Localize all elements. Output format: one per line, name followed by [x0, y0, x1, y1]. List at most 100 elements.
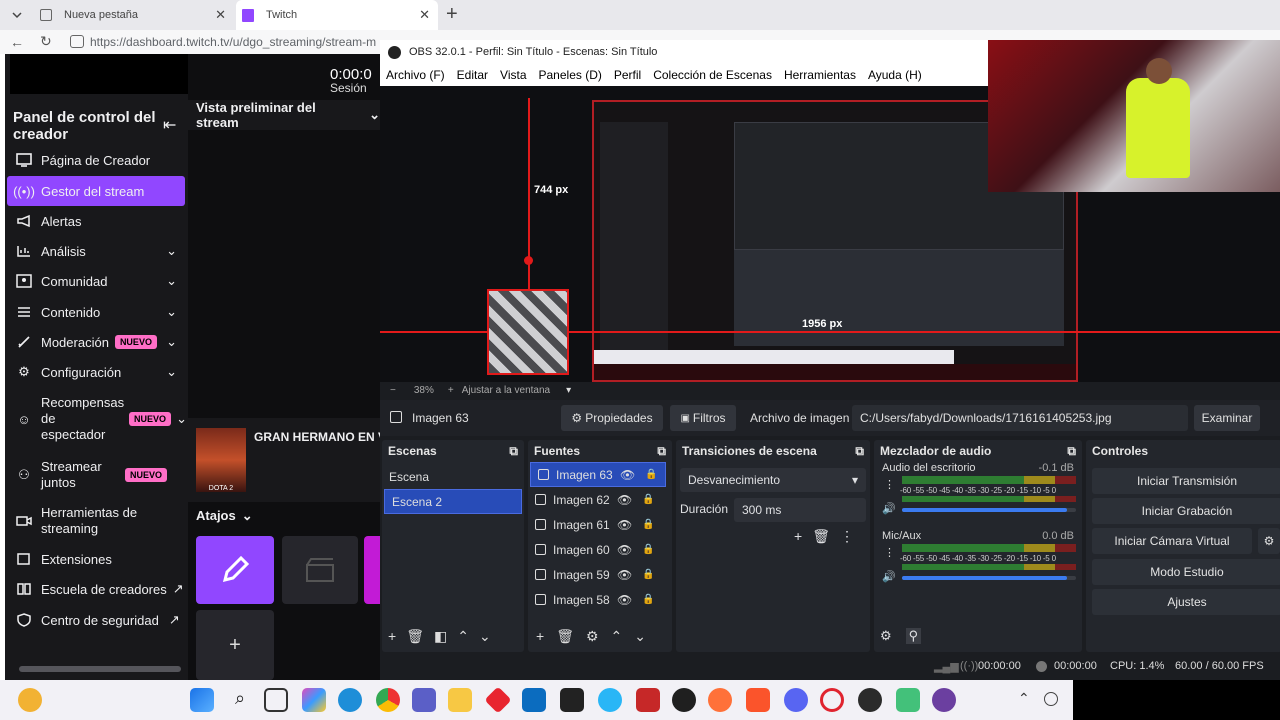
menu-help[interactable]: Ayuda (H) — [862, 68, 928, 82]
obs-preview-canvas[interactable]: 744 px 1956 px — [380, 40, 1280, 382]
tab-list-icon[interactable] — [10, 8, 24, 22]
teams-icon[interactable] — [412, 688, 436, 712]
source-item[interactable]: Imagen 60 👁 🔒 — [528, 537, 672, 562]
menu-edit[interactable]: Editar — [451, 68, 494, 82]
transition-select[interactable]: Desvanecimiento ▾ — [680, 468, 866, 492]
trash-icon[interactable]: 🗑 — [812, 528, 830, 545]
lock-icon[interactable]: 🔒 — [642, 569, 654, 580]
studio-mode-button[interactable]: Modo Estudio — [1092, 559, 1280, 585]
move-up-icon[interactable]: ⌃ — [611, 628, 623, 645]
sidebar-item-streaming-tools[interactable]: Herramientas de streaming — [7, 504, 185, 538]
add-icon[interactable]: + — [536, 628, 544, 645]
eye-icon[interactable]: 👁 — [617, 568, 632, 582]
reload-icon[interactable]: ↻ — [40, 33, 52, 50]
speaker-icon[interactable]: 🔊 — [882, 502, 896, 515]
sidebar-item-viewer-rewards[interactable]: ☺ Recompensas de espectador NUEVO ⌄ — [7, 394, 187, 444]
capcut-icon[interactable] — [560, 688, 584, 712]
source-item[interactable]: Imagen 62 👁 🔒 — [528, 487, 672, 512]
selected-source-bounding-box[interactable] — [487, 289, 569, 375]
dock-menu-icon[interactable]: ⚲ — [905, 628, 922, 644]
menu-docks[interactable]: Paneles (D) — [533, 68, 608, 82]
eye-icon[interactable]: 👁 — [617, 543, 632, 557]
source-item-selected[interactable]: Imagen 63 👁 🔒 — [530, 462, 666, 487]
app-icon[interactable] — [598, 688, 622, 712]
sidebar-item-alerts[interactable]: Alertas — [7, 206, 185, 236]
chevron-up-icon[interactable]: ⌃ — [1018, 690, 1030, 707]
brave-icon[interactable] — [746, 688, 770, 712]
sidebar-item-analytics[interactable]: Análisis ⌄ — [7, 236, 185, 266]
site-info-icon[interactable] — [70, 35, 84, 48]
eye-icon[interactable]: 👁 — [617, 518, 632, 532]
stream-preview-header[interactable]: Vista preliminar del stream ⌄ — [188, 100, 380, 130]
eye-icon[interactable]: 👁 — [620, 468, 635, 482]
shortcuts-header[interactable]: Atajos ⌄ — [196, 508, 253, 524]
undock-icon[interactable]: ⧉ — [1067, 444, 1076, 459]
start-icon[interactable] — [190, 688, 214, 712]
lock-icon[interactable]: 🔒 — [642, 494, 654, 505]
move-down-icon[interactable]: ⌄ — [634, 628, 646, 645]
app-icon[interactable] — [932, 688, 956, 712]
menu-file[interactable]: Archivo (F) — [380, 68, 451, 82]
firefox-icon[interactable] — [708, 688, 732, 712]
fit-to-window[interactable]: Ajustar a la ventana — [462, 385, 550, 396]
start-streaming-button[interactable]: Iniciar Transmisión — [1092, 468, 1280, 494]
source-item[interactable]: Imagen 58 👁 🔒 — [528, 587, 672, 612]
close-icon[interactable]: ✕ — [215, 7, 226, 23]
lock-icon[interactable]: 🔒 — [642, 594, 654, 605]
eye-icon[interactable]: 👁 — [617, 593, 632, 607]
add-shortcut-button[interactable]: + — [196, 610, 274, 680]
obs-icon[interactable] — [858, 688, 882, 712]
edge-icon[interactable] — [338, 688, 362, 712]
sidebar-item-safety-center[interactable]: Centro de seguridad ↗ — [7, 605, 185, 635]
task-view-icon[interactable] — [264, 688, 288, 712]
sidebar-item-settings[interactable]: ⚙ Configuración ⌄ — [7, 357, 185, 387]
sidebar-item-community[interactable]: Comunidad ⌄ — [7, 266, 185, 296]
trash-icon[interactable]: 🗑 — [556, 628, 574, 645]
rotation-handle[interactable] — [524, 256, 533, 265]
app-icon[interactable] — [484, 686, 512, 714]
clip-shortcut-button[interactable] — [282, 536, 358, 604]
menu-scene-collection[interactable]: Colección de Escenas — [647, 68, 778, 82]
app-icon[interactable] — [896, 688, 920, 712]
filters-button[interactable]: ▣ Filtros — [670, 405, 736, 431]
network-icon[interactable] — [1044, 692, 1058, 706]
sidebar-item-extensions[interactable]: Extensiones — [7, 544, 185, 574]
volume-slider[interactable] — [902, 576, 1076, 580]
lock-icon[interactable]: 🔒 — [645, 469, 657, 480]
settings-button[interactable]: Ajustes — [1092, 589, 1280, 615]
sidebar-item-stream-manager[interactable]: ((•)) Gestor del stream — [7, 176, 185, 206]
duration-spinbox[interactable]: 300 ms — [734, 498, 866, 522]
collapse-icon[interactable]: ⇤ — [163, 115, 176, 135]
new-tab-icon[interactable]: + — [446, 3, 458, 26]
undock-icon[interactable]: ⧉ — [657, 444, 666, 459]
url-field[interactable]: https://dashboard.twitch.tv/u/dgo_stream… — [90, 35, 376, 49]
menu-profile[interactable]: Perfil — [608, 68, 647, 82]
shortcut-button-partial[interactable] — [364, 536, 380, 604]
undock-icon[interactable]: ⧉ — [509, 444, 518, 459]
scene-item[interactable]: Escena — [382, 464, 524, 489]
store-icon[interactable] — [522, 688, 546, 712]
sidebar-item-moderation[interactable]: Moderación NUEVO ⌄ — [7, 327, 185, 357]
filter-icon[interactable]: ◧ — [434, 628, 447, 645]
more-icon[interactable]: ⋮ — [884, 478, 895, 491]
game-cover[interactable]: DOTA 2 — [196, 428, 246, 492]
menu-tools[interactable]: Herramientas — [778, 68, 862, 82]
move-up-icon[interactable]: ⌃ — [457, 628, 469, 645]
gear-icon[interactable]: ⚙ — [586, 628, 599, 645]
sidebar-item-creator-page[interactable]: Página de Creador — [7, 145, 185, 175]
file-explorer-icon[interactable] — [448, 688, 472, 712]
weather-icon[interactable] — [18, 688, 42, 712]
start-recording-button[interactable]: Iniciar Grabación — [1092, 498, 1280, 524]
eye-icon[interactable]: 👁 — [617, 493, 632, 507]
opera-icon[interactable] — [820, 688, 844, 712]
trash-icon[interactable]: 🗑 — [406, 628, 424, 645]
horizontal-scrollbar[interactable] — [19, 666, 181, 672]
add-icon[interactable]: + — [388, 628, 396, 645]
add-icon[interactable]: + — [794, 528, 802, 545]
back-icon[interactable]: ← — [10, 34, 24, 50]
menu-view[interactable]: Vista — [494, 68, 532, 82]
gear-icon[interactable]: ⚙ — [880, 628, 892, 644]
lock-icon[interactable]: 🔒 — [642, 544, 654, 555]
speaker-icon[interactable]: 🔊 — [882, 570, 896, 583]
discord-icon[interactable] — [784, 688, 808, 712]
